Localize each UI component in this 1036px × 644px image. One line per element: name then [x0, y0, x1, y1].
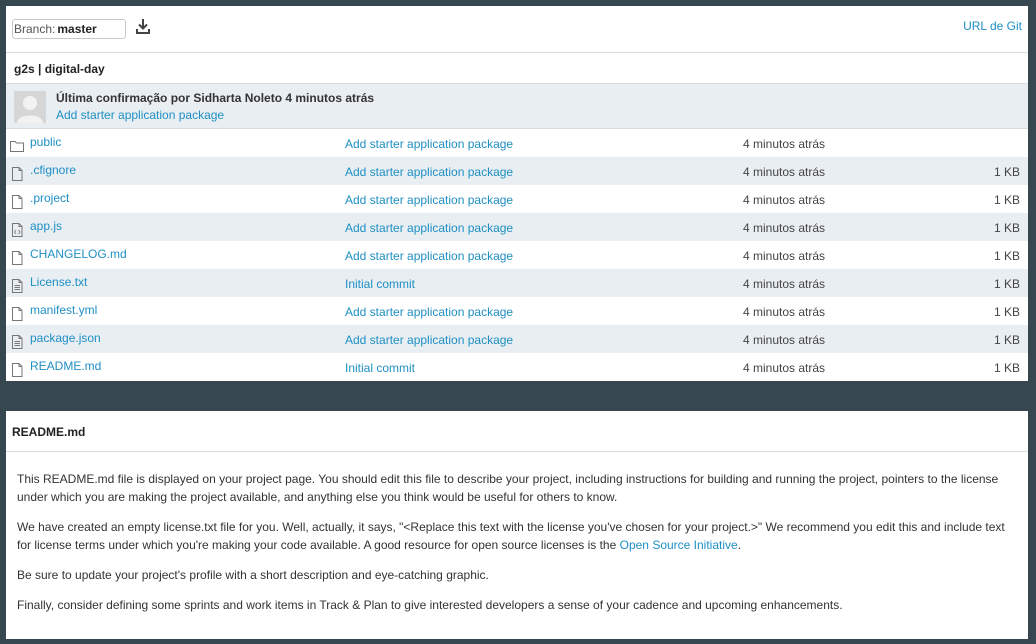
code-file-icon	[10, 220, 24, 237]
toolbar: Branch: master URL de Git	[6, 6, 1028, 53]
open-source-initiative-link[interactable]: Open Source Initiative	[620, 538, 738, 552]
file-row[interactable]: app.js Add starter application package 4 m…	[6, 213, 1028, 241]
git-url-link[interactable]: URL de Git	[963, 19, 1022, 33]
download-icon[interactable]	[135, 18, 151, 36]
file-list: public Add starter application package 4 m…	[6, 129, 1028, 381]
file-name-link[interactable]: CHANGELOG.md	[30, 240, 127, 268]
folder-icon	[10, 136, 24, 152]
file-icon	[10, 248, 24, 265]
file-size: 1 KB	[993, 221, 1020, 235]
branch-selector[interactable]: Branch: master	[12, 19, 126, 39]
file-modified-time: 4 minutos atrás	[743, 361, 826, 375]
file-size: 1 KB	[993, 249, 1020, 263]
file-modified-time: 4 minutos atrás	[743, 193, 826, 207]
file-modified-time: 4 minutos atrás	[743, 249, 826, 263]
file-size: 1 KB	[993, 165, 1020, 179]
file-size: 1 KB	[993, 333, 1020, 347]
file-row[interactable]: public Add starter application package 4 m…	[6, 129, 1028, 157]
file-name-link[interactable]: manifest.yml	[30, 296, 97, 324]
text-file-icon	[10, 276, 24, 293]
file-modified-time: 4 minutos atrás	[743, 305, 826, 319]
branch-value: master	[57, 22, 97, 36]
file-modified-time: 4 minutos atrás	[743, 333, 826, 347]
file-name-link[interactable]: app.js	[30, 212, 62, 240]
file-size: 1 KB	[993, 277, 1020, 291]
file-name-link[interactable]: .cfignore	[30, 156, 76, 184]
file-commit-message-link[interactable]: Initial commit	[345, 354, 415, 382]
file-icon	[10, 192, 24, 209]
file-icon	[10, 164, 24, 181]
text-file-icon	[10, 332, 24, 349]
file-commit-message-link[interactable]: Add starter application package	[345, 130, 513, 158]
readme-paragraph: We have created an empty license.txt fil…	[17, 518, 1016, 554]
file-icon	[10, 360, 24, 377]
branch-label: Branch:	[14, 22, 56, 36]
file-row[interactable]: CHANGELOG.md Add starter application pack…	[6, 241, 1028, 269]
file-commit-message-link[interactable]: Initial commit	[345, 270, 415, 298]
readme-body: This README.md file is displayed on your…	[6, 452, 1028, 614]
file-size: 1 KB	[993, 361, 1020, 375]
file-row[interactable]: License.txt Initial commit 4 minutos atrás…	[6, 269, 1028, 297]
readme-text: We have created an empty license.txt fil…	[17, 520, 1005, 552]
file-row[interactable]: .project Add starter application package 4…	[6, 185, 1028, 213]
file-modified-time: 4 minutos atrás	[743, 137, 826, 151]
file-size: 1 KB	[993, 305, 1020, 319]
file-name-link[interactable]: public	[30, 128, 61, 156]
file-commit-message-link[interactable]: Add starter application package	[345, 242, 513, 270]
readme-text: .	[737, 538, 742, 552]
file-icon	[10, 304, 24, 321]
file-modified-time: 4 minutos atrás	[743, 221, 826, 235]
commit-message-link[interactable]: Add starter application package	[56, 108, 224, 122]
readme-paragraph: Be sure to update your project's profile…	[17, 568, 489, 582]
file-row[interactable]: manifest.yml Add starter application pack…	[6, 297, 1028, 325]
file-name-link[interactable]: License.txt	[30, 268, 87, 296]
file-row[interactable]: .cfignore Add starter application package…	[6, 157, 1028, 185]
file-name-link[interactable]: README.md	[30, 352, 101, 380]
file-name-link[interactable]: package.json	[30, 324, 101, 352]
file-size: 1 KB	[993, 193, 1020, 207]
file-modified-time: 4 minutos atrás	[743, 277, 826, 291]
repository-title: g2s | digital-day	[6, 53, 1028, 84]
file-commit-message-link[interactable]: Add starter application package	[345, 186, 513, 214]
file-row[interactable]: README.md Initial commit 4 minutos atrás 1 …	[6, 353, 1028, 381]
file-row[interactable]: package.json Add starter application pack…	[6, 325, 1028, 353]
file-commit-message-link[interactable]: Add starter application package	[345, 326, 513, 354]
readme-paragraph: Finally, consider defining some sprints …	[17, 598, 843, 612]
file-commit-message-link[interactable]: Add starter application package	[345, 214, 513, 242]
file-commit-message-link[interactable]: Add starter application package	[345, 158, 513, 186]
commit-title: Última confirmação por Sidharta Noleto 4…	[56, 91, 375, 105]
latest-commit-bar: Última confirmação por Sidharta Noleto 4…	[6, 84, 1028, 129]
file-commit-message-link[interactable]: Add starter application package	[345, 298, 513, 326]
readme-paragraph: This README.md file is displayed on your…	[17, 472, 999, 504]
repository-panel: Branch: master URL de Git g2s | digital-d…	[6, 6, 1028, 381]
avatar	[14, 91, 46, 123]
file-modified-time: 4 minutos atrás	[743, 165, 826, 179]
file-name-link[interactable]: .project	[30, 184, 69, 212]
readme-panel: README.md This README.md file is display…	[6, 411, 1028, 639]
readme-title: README.md	[6, 411, 1028, 452]
